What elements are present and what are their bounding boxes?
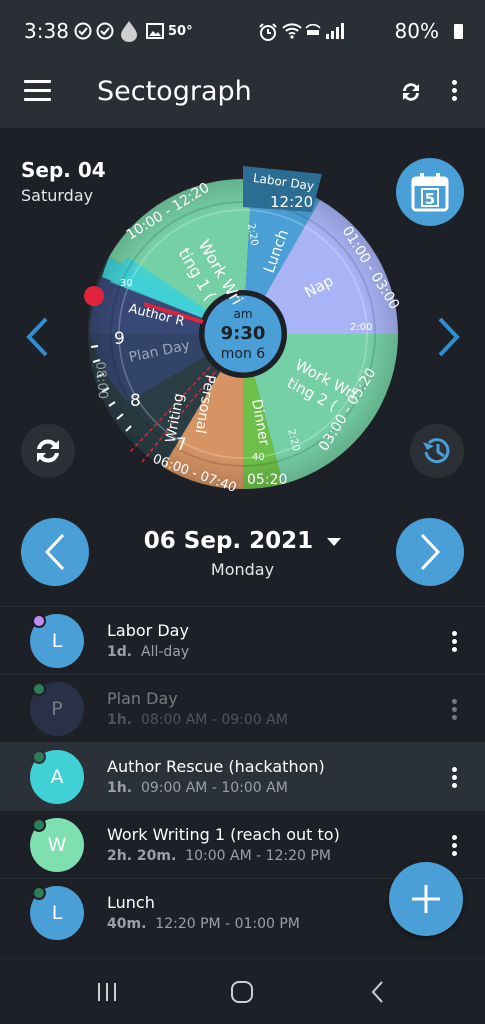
event-more-icon[interactable]: [452, 631, 458, 655]
event-row-labor-day[interactable]: L Labor Day 1d. All-day: [0, 606, 485, 675]
event-dot: [32, 818, 46, 832]
plus-icon: [412, 885, 440, 913]
add-event-button[interactable]: [389, 862, 463, 936]
alarm-icon: [259, 23, 277, 41]
calendar-day-number: 5: [425, 190, 435, 208]
recent-apps-icon[interactable]: [96, 981, 118, 1003]
center-time: 9:30: [221, 323, 266, 344]
battery-percent: 80%: [394, 19, 439, 43]
event-dot: [32, 682, 46, 696]
app-title: Sectograph: [97, 76, 252, 107]
dropdown-arrow-icon: [327, 537, 342, 546]
event-title: Labor Day: [107, 621, 189, 640]
event-time: 12:20 PM - 01:00 PM: [155, 916, 300, 932]
system-nav-bar: [0, 958, 485, 1024]
event-subtitle: 1h. 09:00 AM - 10:00 AM: [107, 780, 288, 796]
sector-range-lunch: 12:20: [270, 193, 313, 211]
event-title: Plan Day: [107, 689, 178, 708]
sector-sub-nap: 2:00: [350, 322, 372, 333]
status-bar: 3:38 50° 80%: [0, 0, 485, 62]
refresh-button[interactable]: [21, 424, 75, 478]
selected-date[interactable]: 06 Sep. 2021: [0, 528, 485, 554]
event-title: Author Rescue (hackathon): [107, 757, 325, 776]
event-dot: [32, 614, 46, 628]
sector-range-dinner: 05:20: [247, 472, 287, 488]
image-icon: [146, 23, 164, 39]
wifi-icon: [282, 23, 302, 39]
selected-date-text: 06 Sep. 2021: [143, 528, 314, 554]
selected-day-of-week: Monday: [210, 560, 275, 579]
event-time: All-day: [141, 644, 190, 660]
next-day-arrow-icon[interactable]: [436, 316, 462, 358]
event-more-icon[interactable]: [452, 767, 458, 791]
temperature: 50°: [168, 24, 193, 39]
event-dot: [32, 886, 46, 900]
sector-sub-author: 30: [120, 278, 133, 289]
battery-icon: [454, 24, 463, 39]
event-duration: 40m.: [107, 916, 147, 932]
event-duration: 2h. 20m.: [107, 848, 177, 864]
sync-icon[interactable]: [398, 79, 424, 105]
center-ampm: am: [233, 307, 252, 321]
hour-7: 7: [176, 435, 187, 455]
sectograph-dial[interactable]: Labor Day am 9:30 mon 6 Work Wri ting 1 …: [80, 162, 406, 496]
event-duration: 1d.: [107, 644, 133, 660]
event-more-icon[interactable]: [452, 699, 458, 723]
event-time: 09:00 AM - 10:00 AM: [140, 780, 288, 796]
hour-9: 9: [114, 329, 125, 349]
calendar-button[interactable]: 5: [396, 158, 464, 226]
ring-text: 08:00: [92, 361, 110, 400]
event-row-plan-day[interactable]: P Plan Day 1h. 08:00 AM - 09:00 AM: [0, 674, 485, 743]
event-time: 10:00 AM - 12:20 PM: [185, 848, 331, 864]
event-time: 08:00 AM - 09:00 AM: [140, 712, 288, 728]
signal-icon: [326, 23, 344, 39]
event-subtitle: 1h. 08:00 AM - 09:00 AM: [107, 712, 288, 728]
calendar-icon: 5: [411, 173, 449, 212]
status-time: 3:38: [24, 19, 69, 43]
prev-day-arrow-icon[interactable]: [24, 316, 50, 358]
event-subtitle: 40m. 12:20 PM - 01:00 PM: [107, 916, 300, 932]
center-date: mon 6: [221, 346, 266, 362]
event-subtitle: 1d. All-day: [107, 644, 189, 660]
more-options-icon[interactable]: [452, 80, 458, 104]
check-circle-icon: [96, 22, 114, 40]
menu-icon[interactable]: [24, 80, 51, 102]
sector-sub-dinner: 40: [252, 452, 265, 463]
event-row-author-rescue[interactable]: A Author Rescue (hackathon) 1h. 09:00 AM…: [0, 742, 485, 811]
refresh-icon: [37, 439, 59, 463]
drop-icon: [121, 21, 137, 42]
hour-8: 8: [130, 391, 141, 411]
current-time-marker: [84, 286, 104, 306]
event-duration: 1h.: [107, 780, 133, 796]
event-subtitle: 2h. 20m. 10:00 AM - 12:20 PM: [107, 848, 331, 864]
event-title: Lunch: [107, 893, 155, 912]
event-title: Work Writing 1 (reach out to): [107, 825, 340, 844]
event-dot: [32, 750, 46, 764]
volte-icon: [305, 23, 321, 35]
event-more-icon[interactable]: [452, 835, 458, 859]
check-circle-icon: [74, 22, 92, 40]
app-bar: Sectograph: [0, 62, 485, 128]
history-icon: [423, 438, 450, 464]
event-duration: 1h.: [107, 712, 133, 728]
home-icon[interactable]: [230, 980, 254, 1004]
history-button[interactable]: [410, 424, 464, 478]
back-icon[interactable]: [370, 980, 386, 1004]
